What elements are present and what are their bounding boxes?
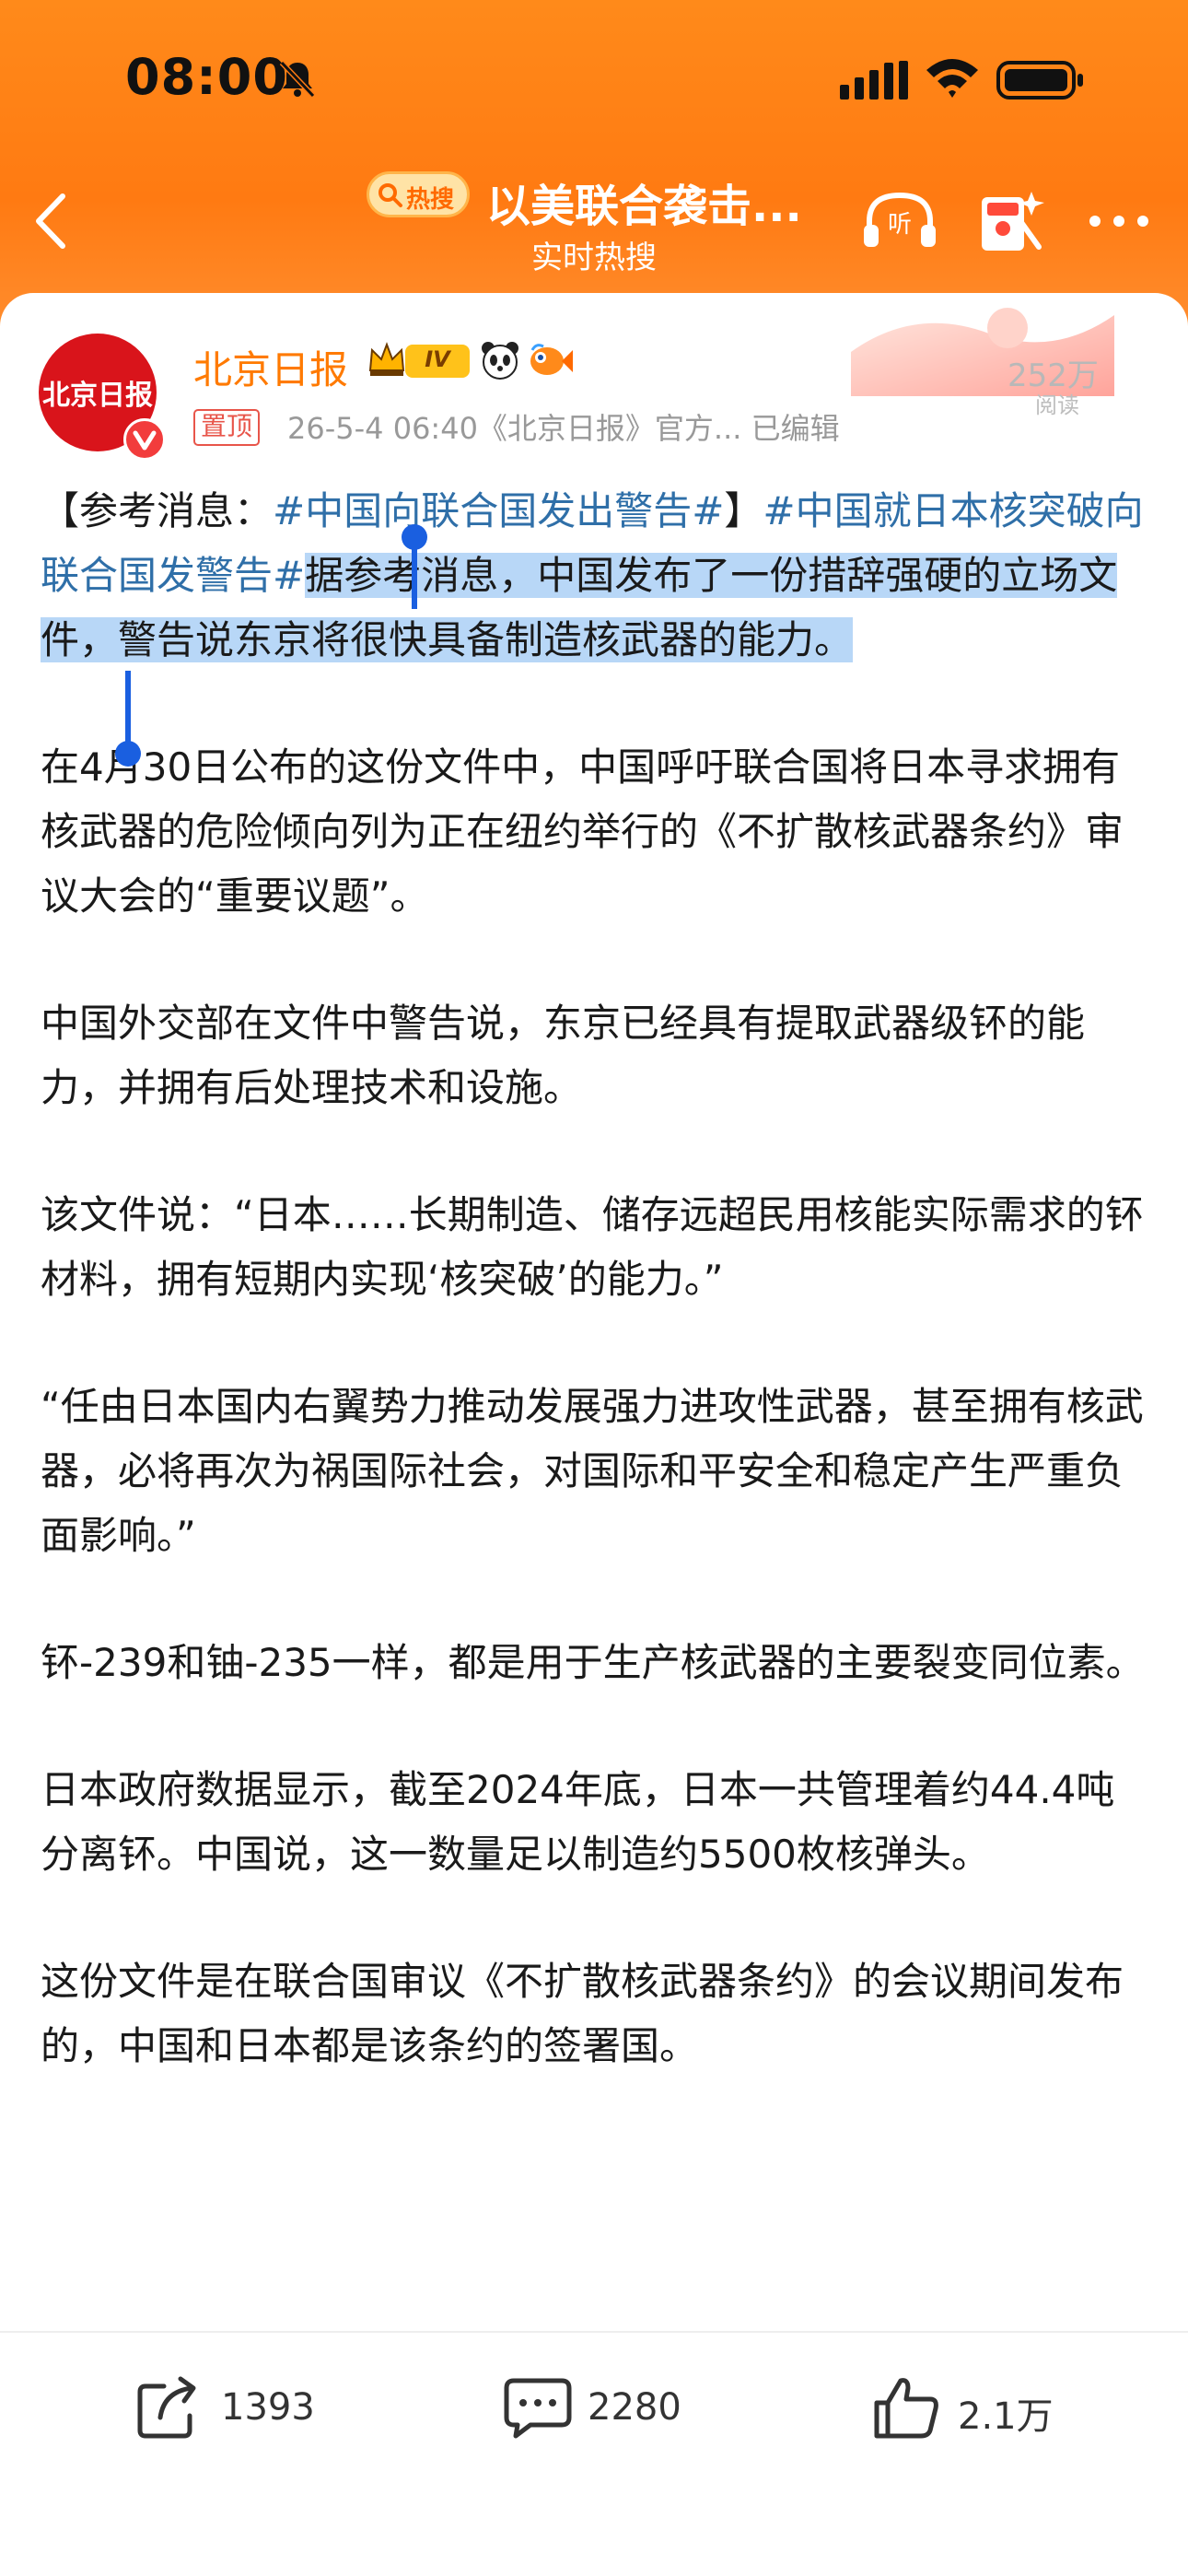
close-bracket: 】	[724, 488, 763, 533]
post-paragraph: 中国外交部在文件中警告说，东京已经具有提取武器级钚的能力，并拥有后处理技术和设施…	[41, 1001, 1086, 1110]
vip-level-badge: IV	[405, 345, 470, 378]
fish-emoji-icon	[530, 344, 573, 375]
post-paragraph: 这份文件是在联合国审议《不扩散核武器条约》的会议期间发布的，中国和日本都是该条约…	[41, 1959, 1124, 2068]
share-count: 1393	[221, 2386, 315, 2429]
vip-level-text: IV	[425, 346, 450, 372]
account-avatar[interactable]: 北京日报	[39, 334, 166, 461]
selection-end-handle[interactable]	[114, 671, 142, 767]
lead-bracket: 【参考消息：	[41, 488, 274, 533]
comment-button[interactable]: 2280	[503, 2375, 715, 2440]
comment-icon	[504, 2378, 572, 2439]
battery-icon	[996, 61, 1083, 100]
selection-start-handle[interactable]	[402, 519, 427, 611]
panda-icon	[482, 342, 518, 380]
cellular-signal-icon	[840, 61, 908, 100]
post-paragraph: 该文件说：“日本……长期制造、储存远超民用核能实际需求的钚材料，拥有短期内实现‘…	[41, 1192, 1144, 1302]
share-icon	[137, 2376, 196, 2439]
bell-mute-icon	[279, 60, 316, 99]
hot-badge-label: 热搜	[406, 186, 455, 214]
avatar-text: 北京日报	[42, 380, 153, 412]
thumbs-up-icon	[874, 2378, 938, 2439]
like-count: 2.1万	[958, 2395, 1054, 2438]
comment-count: 2280	[588, 2386, 681, 2429]
post-paragraph: 日本政府数据显示，截至2024年底，日本一共管理着约44.4吨分离钚。中国说，这…	[41, 1767, 1115, 1877]
svg-text:听: 听	[888, 211, 912, 239]
account-name[interactable]: 北京日报	[193, 339, 348, 395]
pinned-tag: 置顶	[193, 409, 261, 446]
search-icon	[379, 183, 402, 207]
post-paragraph: 钚-239和铀-235一样，都是用于生产核武器的主要裂变同位素。	[41, 1640, 1145, 1685]
headphones-icon[interactable]: 听	[860, 188, 939, 252]
hashtag-link[interactable]: #中国向联合国发出警告#	[273, 488, 724, 533]
post-paragraph-lead: 【参考消息：#中国向联合国发出警告#】#中国就日本核突破向联合国发警告#据参考消…	[41, 479, 1151, 673]
share-button[interactable]: 1393	[136, 2375, 348, 2440]
post-paragraph: “任由日本国内右翼势力推动发展强力进攻性武器，甚至拥有核武器，必将再次为祸国际社…	[41, 1384, 1144, 1558]
post-body[interactable]: 【参考消息：#中国向联合国发出警告#】#中国就日本核突破向联合国发警告#据参考消…	[41, 479, 1151, 2141]
read-label: 阅读	[1035, 392, 1079, 418]
nav-title[interactable]: 以美联合袭击...	[486, 170, 802, 234]
post-paragraph: 在4月30日公布的这份文件中，中国呼吁联合国将日本寻求拥有核武器的危险倾向列为正…	[41, 744, 1124, 919]
more-options-icon[interactable]	[1087, 205, 1151, 238]
verified-badge	[123, 418, 166, 461]
verified-v-icon	[133, 430, 157, 451]
status-time: 08:00	[125, 48, 288, 106]
bottom-divider	[0, 2331, 1188, 2333]
like-button[interactable]: 2.1万	[873, 2375, 1085, 2440]
hot-search-badge: 热搜	[367, 171, 470, 217]
post-meta: 26-5-4 06:40《北京日报》官方... 已编辑	[287, 411, 840, 446]
crown-icon	[368, 342, 405, 376]
red-packet-icon[interactable]	[974, 182, 1048, 256]
wifi-icon	[926, 59, 978, 98]
